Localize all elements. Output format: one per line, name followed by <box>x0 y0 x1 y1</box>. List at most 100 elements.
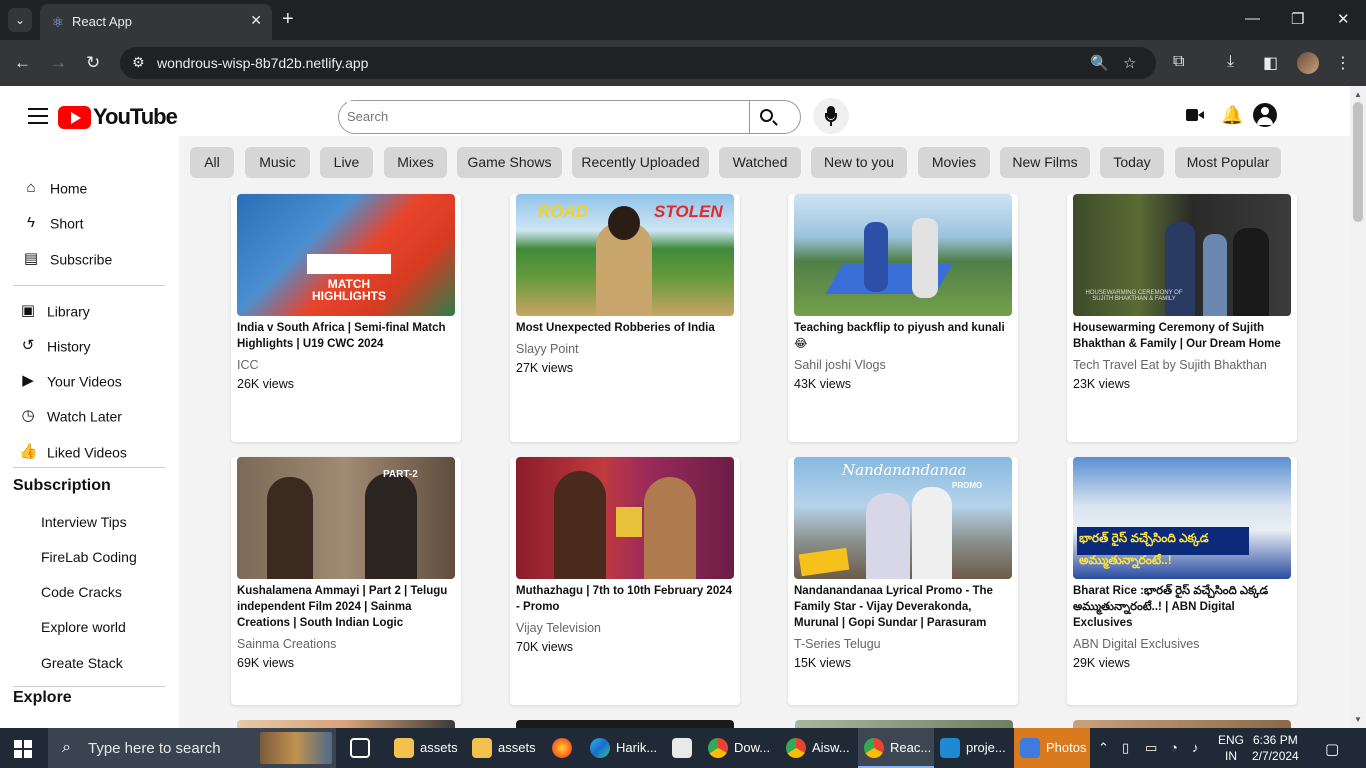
tray-chevron-icon[interactable]: ⌃ <box>1098 740 1109 756</box>
youtube-logo[interactable]: YouTube <box>58 104 178 130</box>
video-thumbnail[interactable] <box>795 720 1013 728</box>
url-field[interactable]: ⚙ wondrous-wisp-8b7d2b.netlify.app 🔍 ☆ <box>120 47 1156 79</box>
chip-new-to-you[interactable]: New to you <box>811 147 907 178</box>
scrollbar-thumb[interactable] <box>1353 102 1363 222</box>
account-icon[interactable] <box>1253 103 1277 127</box>
page-scrollbar[interactable]: ▲ ▼ <box>1350 86 1366 728</box>
taskbar-app-chrome[interactable]: Aisw... <box>786 728 854 768</box>
chip-recently-uploaded[interactable]: Recently Uploaded <box>572 147 709 178</box>
chip-mixes[interactable]: Mixes <box>384 147 447 178</box>
search-button[interactable] <box>749 100 801 134</box>
tab-search-button[interactable]: ⌄ <box>8 8 32 32</box>
search-input[interactable] <box>347 101 727 131</box>
channel-name[interactable]: ABN Digital Exclusives <box>1073 637 1199 651</box>
subscription-item[interactable]: Code Cracks <box>41 584 122 600</box>
taskbar-app-firefox[interactable] <box>552 728 576 768</box>
video-card[interactable]: PART-2 Kushalamena Ammayi | Part 2 | Tel… <box>231 457 461 705</box>
video-thumbnail[interactable] <box>1073 720 1291 728</box>
video-card[interactable]: భారత్ రైస్ వచ్చేసింది ఎక్కడ అమ్ముతున్నార… <box>1067 457 1297 705</box>
video-title[interactable]: Teaching backflip to piyush and kunali 😂 <box>794 320 1012 352</box>
video-title[interactable]: Kushalamena Ammayi | Part 2 | Telugu ind… <box>237 583 455 631</box>
video-thumbnail[interactable] <box>237 720 455 728</box>
video-title[interactable]: Muthazhagu | 7th to 10th February 2024 -… <box>516 583 734 615</box>
chip-today[interactable]: Today <box>1100 147 1164 178</box>
reload-icon[interactable]: ↻ <box>86 53 100 73</box>
channel-name[interactable]: Vijay Television <box>516 621 601 635</box>
sidebar-item-liked-videos[interactable]: 👍 Liked Videos <box>19 441 127 461</box>
chip-watched[interactable]: Watched <box>719 147 801 178</box>
subscription-item[interactable]: FireLab Coding <box>41 549 137 565</box>
taskbar-search[interactable]: ⌕ Type here to search <box>48 728 336 768</box>
channel-name[interactable]: Tech Travel Eat by Sujith Bhakthan <box>1073 358 1267 372</box>
channel-name[interactable]: T-Series Telugu <box>794 637 881 651</box>
profile-avatar[interactable] <box>1297 52 1319 74</box>
voice-search-button[interactable] <box>813 98 849 134</box>
taskbar-app-photos[interactable]: Photos <box>1014 728 1090 768</box>
chip-game-shows[interactable]: Game Shows <box>457 147 562 178</box>
scroll-down-icon[interactable]: ▼ <box>1354 715 1362 724</box>
close-window-icon[interactable]: ✕ <box>1337 10 1350 28</box>
chip-all[interactable]: All <box>190 147 234 178</box>
back-icon[interactable]: ← <box>14 53 31 73</box>
task-view-icon[interactable] <box>350 728 374 768</box>
video-thumbnail[interactable]: ROAD STOLEN <box>516 194 734 316</box>
video-card[interactable]: MATCH HIGHLIGHTS India v South Africa | … <box>231 194 461 442</box>
side-panel-icon[interactable]: ◧ <box>1263 53 1278 73</box>
zoom-icon[interactable]: 🔍 <box>1090 54 1109 72</box>
chip-most-popular[interactable]: Most Popular <box>1175 147 1281 178</box>
create-video-icon[interactable] <box>1186 108 1204 122</box>
video-card[interactable]: HOUSEWARMING CEREMONY OF SUJITH BHAKTHAN… <box>1067 194 1297 442</box>
taskbar-app-explorer[interactable]: assets <box>394 728 458 768</box>
sidebar-item-library[interactable]: ▣ Library <box>19 300 90 320</box>
video-title[interactable]: Most Unexpected Robberies of India <box>516 320 734 336</box>
volume-icon[interactable]: ♪ <box>1192 740 1199 755</box>
scroll-up-icon[interactable]: ▲ <box>1354 90 1362 99</box>
battery-icon[interactable]: ▭ <box>1145 740 1157 756</box>
windows-start-icon[interactable] <box>14 740 32 758</box>
sidebar-item-your-videos[interactable]: ▶ Your Videos <box>19 370 122 390</box>
video-thumbnail[interactable]: భారత్ రైస్ వచ్చేసింది ఎక్కడ అమ్ముతున్నార… <box>1073 457 1291 579</box>
language-indicator[interactable]: ENG IN <box>1218 732 1244 764</box>
close-tab-icon[interactable]: ✕ <box>250 12 262 29</box>
sidebar-item-home[interactable]: ⌂ Home <box>22 177 87 197</box>
video-title[interactable]: Bharat Rice :భారత్ రైస్ వచ్చేసింది ఎక్కడ… <box>1073 583 1291 631</box>
minimize-icon[interactable]: — <box>1245 10 1260 27</box>
video-thumbnail[interactable] <box>794 194 1012 316</box>
new-tab-button[interactable]: + <box>282 8 294 30</box>
video-thumbnail[interactable]: PART-2 <box>237 457 455 579</box>
video-title[interactable]: Nandanandanaa Lyrical Promo - The Family… <box>794 583 1012 631</box>
video-card[interactable]: ROAD STOLEN Most Unexpected Robberies of… <box>510 194 740 442</box>
video-card[interactable]: Teaching backflip to piyush and kunali 😂… <box>788 194 1018 442</box>
video-thumbnail[interactable] <box>516 720 734 728</box>
clock[interactable]: 6:36 PM 2/7/2024 <box>1252 732 1299 764</box>
sidebar-item-short[interactable]: ϟ Short <box>22 212 83 232</box>
channel-name[interactable]: Sainma Creations <box>237 637 336 651</box>
channel-name[interactable]: Slayy Point <box>516 342 579 356</box>
site-info-icon[interactable]: ⚙ <box>132 54 145 71</box>
taskbar-app-chrome[interactable]: Dow... <box>708 728 776 768</box>
channel-name[interactable]: Sahil joshi Vlogs <box>794 358 886 372</box>
notifications-bell-icon[interactable]: 🔔 <box>1221 104 1243 126</box>
subscription-item[interactable]: Greate Stack <box>41 655 123 671</box>
taskbar-app-edge[interactable]: Harik... <box>590 728 660 768</box>
video-card[interactable]: Nandanandanaa PROMO Nandanandanaa Lyrica… <box>788 457 1018 705</box>
video-thumbnail[interactable]: HOUSEWARMING CEREMONY OF SUJITH BHAKTHAN… <box>1073 194 1291 316</box>
sidebar-item-history[interactable]: ↺ History <box>19 335 91 355</box>
video-title[interactable]: India v South Africa | Semi-final Match … <box>237 320 455 352</box>
video-title[interactable]: Housewarming Ceremony of Sujith Bhakthan… <box>1073 320 1291 352</box>
chip-movies[interactable]: Movies <box>918 147 990 178</box>
browser-menu-icon[interactable]: ⋮ <box>1335 53 1351 73</box>
taskbar-app-calendar[interactable] <box>672 728 696 768</box>
taskbar-app-explorer[interactable]: assets <box>472 728 536 768</box>
video-thumbnail[interactable]: MATCH HIGHLIGHTS <box>237 194 455 316</box>
chip-live[interactable]: Live <box>320 147 373 178</box>
sidebar-item-watch-later[interactable]: ◷ Watch Later <box>19 405 122 425</box>
subscription-item[interactable]: Interview Tips <box>41 514 127 530</box>
download-icon[interactable]: ⤓ <box>1227 53 1234 71</box>
sidebar-item-subscribe[interactable]: ▤ Subscribe <box>22 248 112 268</box>
channel-name[interactable]: ICC <box>237 358 259 372</box>
forward-icon[interactable]: → <box>50 53 67 73</box>
menu-icon[interactable] <box>28 108 48 129</box>
chip-new-films[interactable]: New Films <box>1000 147 1090 178</box>
taskbar-app-chrome-active[interactable]: Reac... <box>858 728 934 768</box>
